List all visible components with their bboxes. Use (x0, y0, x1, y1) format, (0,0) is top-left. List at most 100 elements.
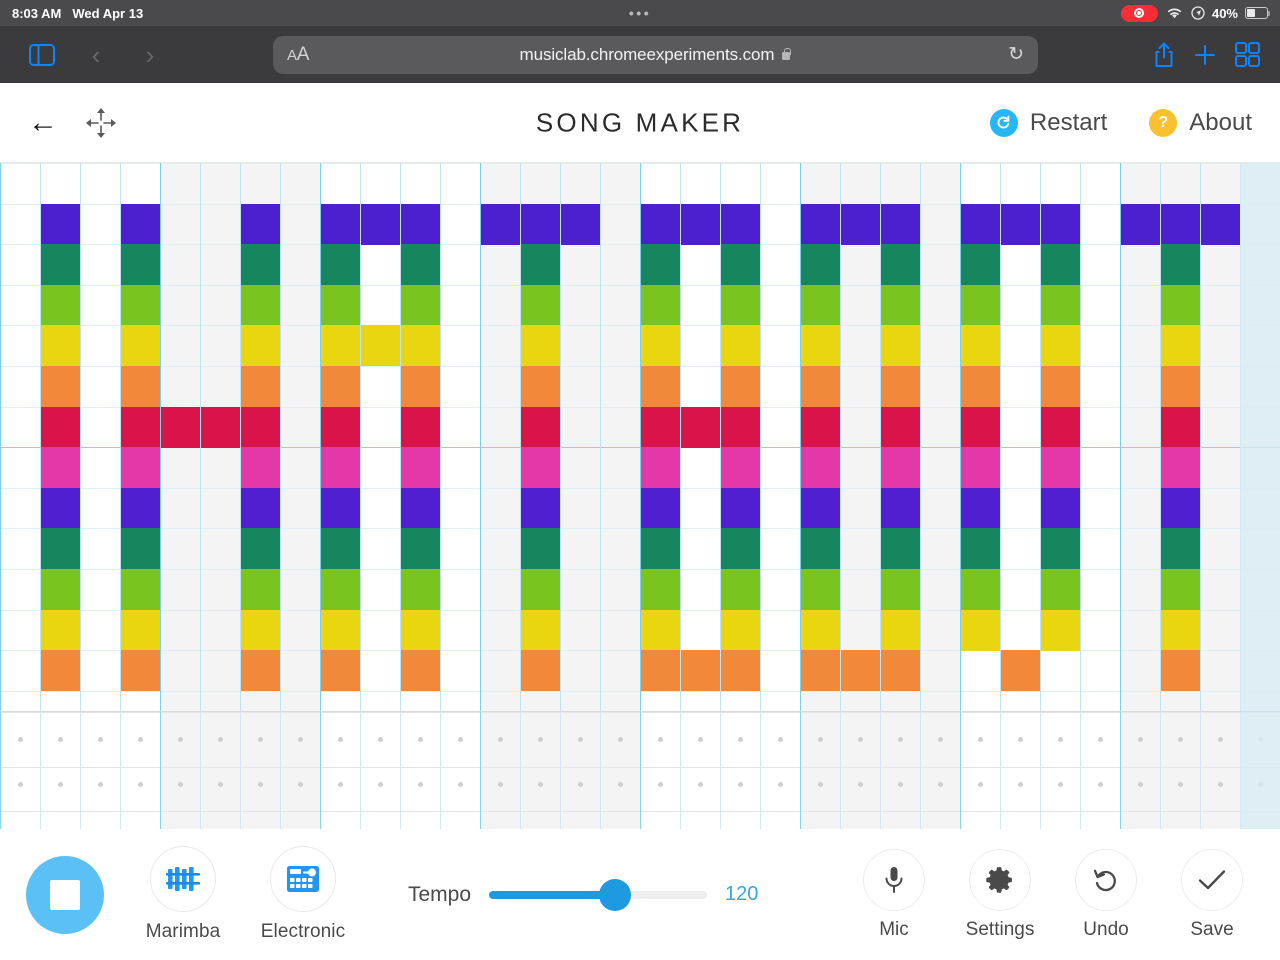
grid-note-cell[interactable] (640, 285, 680, 326)
drum-cell-dot[interactable] (257, 737, 263, 742)
grid-note-cell[interactable] (720, 244, 760, 285)
drum-cell-dot[interactable] (337, 782, 343, 787)
grid-note-cell[interactable] (720, 204, 760, 245)
drum-cell-dot[interactable] (377, 782, 383, 787)
grid-note-cell[interactable] (800, 204, 840, 245)
drum-cell-dot[interactable] (457, 737, 463, 742)
grid-note-cell[interactable] (240, 244, 280, 285)
drum-cell-dot[interactable] (697, 737, 703, 742)
grid-note-cell[interactable] (240, 528, 280, 569)
drum-cell-dot[interactable] (537, 737, 543, 742)
grid-note-cell[interactable] (680, 650, 720, 691)
undo-button[interactable]: Undo (1064, 848, 1148, 941)
drum-cell-dot[interactable] (177, 737, 183, 742)
grid-note-cell[interactable] (40, 528, 80, 569)
grid-note-cell[interactable] (680, 407, 720, 448)
drum-cell-dot[interactable] (737, 782, 743, 787)
grid-note-cell[interactable] (40, 325, 80, 366)
grid-note-cell[interactable] (400, 650, 440, 691)
grid-note-cell[interactable] (120, 285, 160, 326)
drum-cell-dot[interactable] (497, 782, 503, 787)
grid-note-cell[interactable] (1120, 204, 1160, 245)
grid-note-cell[interactable] (800, 528, 840, 569)
drum-cell-dot[interactable] (337, 737, 343, 742)
grid-note-cell[interactable] (640, 407, 680, 448)
grid-note-cell[interactable] (120, 366, 160, 407)
grid-note-cell[interactable] (320, 528, 360, 569)
drum-cell-dot[interactable] (657, 782, 663, 787)
grid-note-cell[interactable] (960, 569, 1000, 610)
drum-cell-dot[interactable] (977, 782, 983, 787)
drum-cell-dot[interactable] (937, 737, 943, 742)
grid-note-cell[interactable] (400, 204, 440, 245)
grid-note-cell[interactable] (1160, 407, 1200, 448)
drum-cell-dot[interactable] (1217, 782, 1223, 787)
drum-cell-dot[interactable] (17, 782, 23, 787)
grid-note-cell[interactable] (960, 366, 1000, 407)
grid-note-cell[interactable] (400, 610, 440, 651)
drum-cell-dot[interactable] (897, 737, 903, 742)
drum-cell-dot[interactable] (577, 782, 583, 787)
drum-cell-dot[interactable] (1097, 737, 1103, 742)
restart-button[interactable]: Restart (989, 108, 1107, 137)
grid-note-cell[interactable] (320, 325, 360, 366)
browser-forward-button[interactable]: › (128, 42, 172, 68)
grid-note-cell[interactable] (1040, 244, 1080, 285)
drum-cell-dot[interactable] (97, 782, 103, 787)
grid-note-cell[interactable] (320, 407, 360, 448)
grid-note-cell[interactable] (640, 244, 680, 285)
percussion-grid[interactable] (0, 711, 1280, 829)
grid-note-cell[interactable] (40, 407, 80, 448)
grid-note-cell[interactable] (1160, 325, 1200, 366)
grid-note-cell[interactable] (520, 528, 560, 569)
grid-note-cell[interactable] (520, 204, 560, 245)
drum-cell-dot[interactable] (137, 782, 143, 787)
grid-note-cell[interactable] (520, 447, 560, 488)
grid-note-cell[interactable] (1160, 528, 1200, 569)
grid-note-cell[interactable] (40, 204, 80, 245)
grid-note-cell[interactable] (880, 650, 920, 691)
grid-note-cell[interactable] (1040, 285, 1080, 326)
grid-note-cell[interactable] (720, 285, 760, 326)
grid-note-cell[interactable] (40, 610, 80, 651)
grid-note-cell[interactable] (720, 407, 760, 448)
drum-cell-dot[interactable] (657, 737, 663, 742)
grid-note-cell[interactable] (360, 325, 400, 366)
drum-cell-dot[interactable] (497, 737, 503, 742)
grid-note-cell[interactable] (960, 528, 1000, 569)
reload-icon[interactable]: ↻ (1008, 43, 1024, 66)
grid-note-cell[interactable] (800, 285, 840, 326)
grid-note-cell[interactable] (1160, 488, 1200, 529)
drum-cell-dot[interactable] (377, 737, 383, 742)
move-arrows-icon[interactable] (84, 106, 118, 140)
address-bar[interactable]: AA musiclab.chromeexperiments.com ↻ (273, 35, 1038, 74)
grid-note-cell[interactable] (640, 488, 680, 529)
grid-note-cell[interactable] (240, 285, 280, 326)
grid-note-cell[interactable] (40, 244, 80, 285)
drum-cell-dot[interactable] (617, 737, 623, 742)
grid-note-cell[interactable] (240, 569, 280, 610)
grid-note-cell[interactable] (520, 407, 560, 448)
grid-note-cell[interactable] (1040, 528, 1080, 569)
grid-note-cell[interactable] (240, 447, 280, 488)
drum-cell-dot[interactable] (1177, 782, 1183, 787)
grid-note-cell[interactable] (720, 569, 760, 610)
grid-note-cell[interactable] (1040, 325, 1080, 366)
grid-note-cell[interactable] (880, 407, 920, 448)
grid-note-cell[interactable] (320, 610, 360, 651)
grid-note-cell[interactable] (160, 407, 200, 448)
grid-note-cell[interactable] (120, 244, 160, 285)
grid-note-cell[interactable] (240, 407, 280, 448)
settings-button[interactable]: Settings (958, 848, 1042, 941)
grid-note-cell[interactable] (320, 204, 360, 245)
grid-note-cell[interactable] (1040, 204, 1080, 245)
grid-note-cell[interactable] (400, 569, 440, 610)
grid-note-cell[interactable] (320, 650, 360, 691)
drum-cell-dot[interactable] (1217, 737, 1223, 742)
grid-note-cell[interactable] (1040, 488, 1080, 529)
drum-cell-dot[interactable] (217, 782, 223, 787)
grid-note-cell[interactable] (1040, 447, 1080, 488)
share-icon[interactable] (1153, 42, 1175, 68)
grid-note-cell[interactable] (960, 244, 1000, 285)
grid-note-cell[interactable] (320, 244, 360, 285)
